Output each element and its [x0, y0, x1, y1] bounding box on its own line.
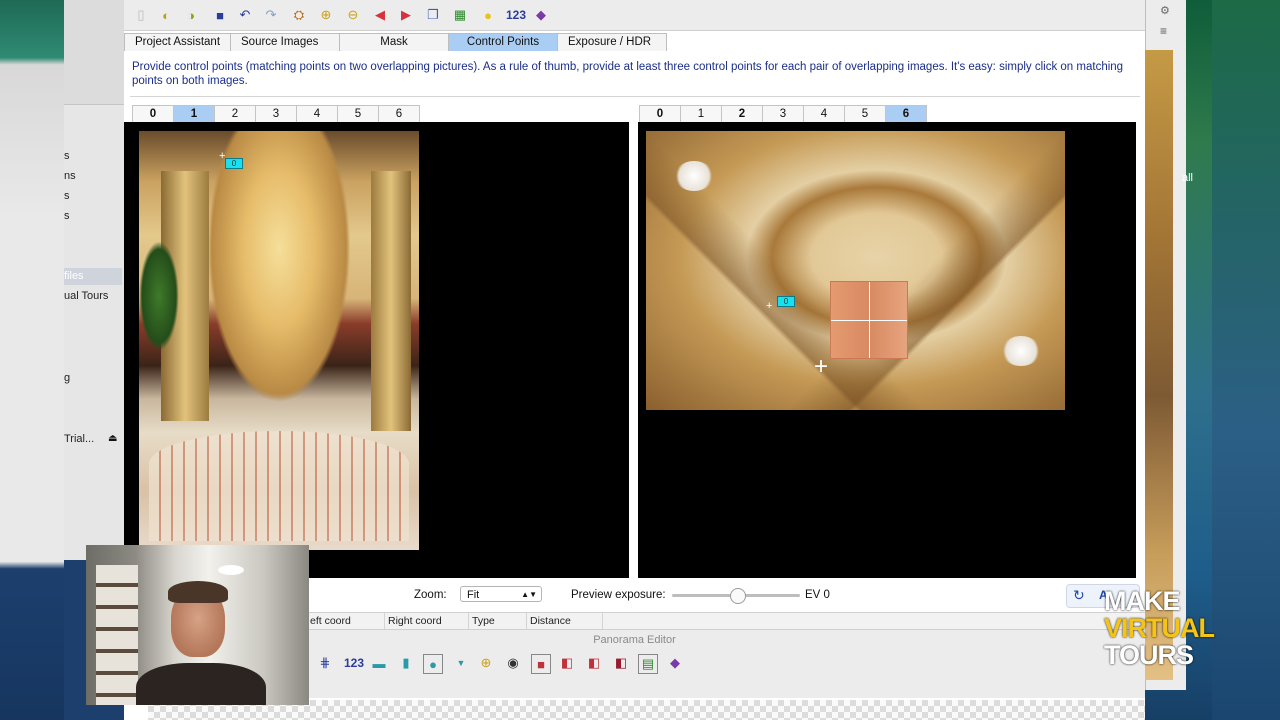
logo-line-3: TOURS [1104, 640, 1194, 670]
zoom-value: Fit [467, 589, 480, 601]
refresh-icon: ↻ [1073, 587, 1085, 603]
redo-icon[interactable]: ↷ [262, 6, 280, 24]
control-point-marker[interactable]: 0 [225, 158, 243, 169]
control-point-marker[interactable]: 0 [777, 296, 795, 307]
mask-c-icon[interactable]: ◧ [612, 654, 630, 672]
exposure-value: EV 0 [805, 589, 830, 601]
tab-control-points[interactable]: Control Points [448, 33, 559, 51]
mask-a-icon[interactable]: ◧ [558, 654, 576, 672]
tab-source-images[interactable]: Source Images [230, 33, 341, 51]
finder-sidebar: s ns s s files ual Tours g Trial... ⏏ [64, 0, 125, 560]
mask-b-icon[interactable]: ◧ [585, 654, 603, 672]
overview-icon[interactable]: ❐ [424, 6, 442, 24]
divider [130, 96, 1140, 97]
tab-mask[interactable]: Mask [339, 33, 450, 51]
assistant-icon[interactable]: ◆ [532, 6, 550, 24]
left-image-selector: 0 1 2 3 4 5 6 [132, 105, 420, 124]
layout-icon[interactable]: ■ [531, 654, 551, 674]
desktop-background-left [0, 0, 64, 720]
finder-item[interactable]: ns [64, 170, 122, 182]
finder-item[interactable]: s [64, 190, 122, 202]
main-tabs: Project Assistant Source Images Mask Con… [124, 33, 668, 51]
tip-icon[interactable]: ● [479, 6, 497, 24]
gear-icon[interactable]: ⚙ [1160, 4, 1170, 17]
zoom-in-icon[interactable]: ⊕ [317, 6, 335, 24]
grid-icon[interactable]: ▤ [638, 654, 658, 674]
optimize-icon[interactable]: ⛭ [290, 6, 308, 24]
tab-project-assistant[interactable]: Project Assistant [124, 33, 232, 51]
align-icon[interactable]: ⋕ [316, 654, 334, 672]
finder-item[interactable]: ual Tours [64, 290, 122, 302]
table-icon[interactable]: ▦ [451, 6, 469, 24]
logo-line-1: MAKE [1104, 586, 1181, 616]
zoom-label: Zoom: [414, 589, 447, 601]
numbers-icon[interactable]: 123 [503, 6, 529, 24]
numbers-icon[interactable]: 123 [341, 654, 367, 672]
right-image-ceiling[interactable]: + + [646, 131, 1065, 410]
new-icon[interactable]: ▯ [132, 6, 150, 24]
finder-item[interactable]: s [64, 210, 122, 222]
cursor-crosshair-icon: + [814, 353, 829, 380]
cylinder-icon[interactable]: ▮ [397, 654, 415, 672]
zoom-select[interactable]: Fit ▲▼ [460, 586, 542, 602]
left-image-lobby[interactable] [139, 131, 419, 550]
tab-exposure-hdr[interactable]: Exposure / HDR [557, 33, 668, 51]
eye-icon[interactable]: ◉ [504, 654, 522, 672]
webcam-overlay [86, 545, 309, 705]
chevron-updown-icon: ▲▼ [521, 590, 537, 599]
main-toolbar: ▯ ◐ ◑ ■ ↶ ↷ ⛭ ⊕ ⊖ ◀ ▶ ❐ ▦ ● 123 ◆ [124, 0, 1145, 31]
exposure-slider-knob[interactable] [730, 588, 746, 604]
control-points-description: Provide control points (matching points … [132, 61, 1124, 87]
open-recent-icon[interactable]: ◑ [182, 6, 200, 24]
column-right-coord[interactable]: Right coord [388, 615, 442, 627]
zoom-icon[interactable]: ⊕ [477, 654, 495, 672]
right-image-selector: 0 1 2 3 4 5 6 [639, 105, 927, 124]
dropdown-icon[interactable]: ▼ [452, 654, 470, 672]
right-image-canvas[interactable]: + + 0 [638, 122, 1136, 578]
save-icon[interactable]: ■ [211, 6, 229, 24]
finder-item[interactable]: s [64, 150, 122, 162]
finder-item[interactable]: g [64, 372, 122, 384]
zoom-out-icon[interactable]: ⊖ [344, 6, 362, 24]
previous-image-icon[interactable]: ◀ [371, 6, 389, 24]
column-distance[interactable]: Distance [530, 615, 571, 627]
eject-icon[interactable]: ⏏ [108, 433, 117, 444]
background-window-text: all [1182, 172, 1194, 184]
column-type[interactable]: Type [472, 615, 495, 627]
globe-icon[interactable]: ● [423, 654, 443, 674]
preview-exposure-label: Preview exposure: [571, 589, 666, 601]
undo-icon[interactable]: ↶ [236, 6, 254, 24]
crosshair-icon: + [766, 300, 773, 312]
logo-line-2: VIRTUAL [1104, 613, 1215, 643]
make-virtual-tours-logo: MAKE VIRTUAL TOURS [1104, 586, 1215, 670]
left-image-canvas[interactable]: + 0 [124, 122, 629, 578]
menu-icon[interactable]: ≡ [1160, 24, 1167, 38]
finder-item-selected[interactable]: files [64, 268, 122, 285]
open-icon[interactable]: ◐ [157, 6, 175, 24]
magnifier-preview [830, 281, 908, 359]
assistant-icon[interactable]: ◆ [666, 654, 684, 672]
next-image-icon[interactable]: ▶ [397, 6, 415, 24]
preview-icon[interactable]: ▬ [370, 654, 388, 672]
column-left-coord[interactable]: eft coord [310, 615, 351, 627]
